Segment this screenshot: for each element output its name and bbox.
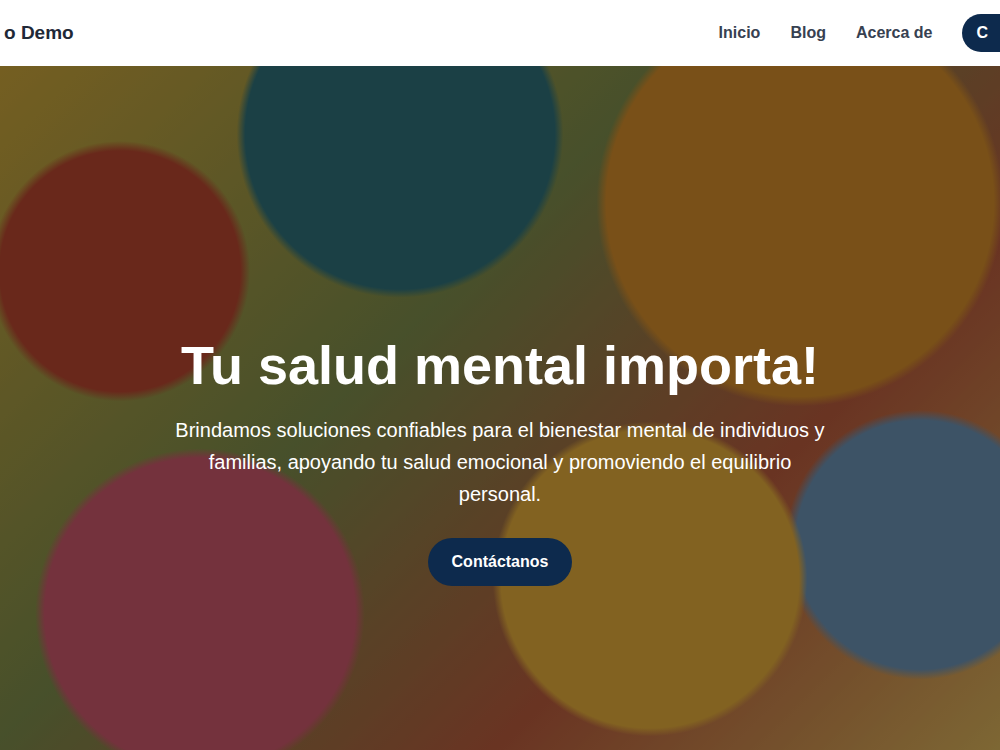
nav-item[interactable]: Blog [790, 24, 826, 42]
contact-button[interactable]: Contáctanos [428, 538, 573, 586]
nav-item[interactable]: Acerca de [856, 24, 933, 42]
hero: Tu salud mental importa! Brindamos soluci… [0, 66, 1000, 750]
nav-item[interactable]: Inicio [719, 24, 761, 42]
hero-title: Tu salud mental importa! [181, 334, 819, 396]
header: o Demo Inicio Blog Acerca de C [0, 0, 1000, 66]
hero-overlay [0, 66, 1000, 750]
page: o Demo Inicio Blog Acerca de C Tu salud menta… [0, 0, 1000, 750]
nav: Inicio Blog Acerca de C [719, 14, 1000, 52]
logo[interactable]: o Demo [4, 22, 74, 44]
hero-subtitle: Brindamos soluciones confiables para el … [170, 414, 830, 510]
hero-content: Tu salud mental importa! Brindamos soluci… [0, 66, 1000, 586]
header-cta-button[interactable]: C [962, 14, 1000, 52]
